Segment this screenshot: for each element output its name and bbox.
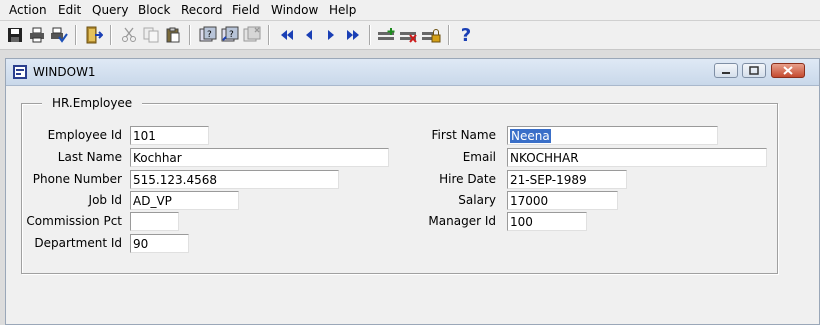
first-name-selected-text: Neena — [510, 129, 551, 143]
toolbar-separator — [189, 25, 191, 45]
cancel-query-icon — [243, 26, 261, 42]
menu-bar: Action Edit Query Block Record Field Win… — [0, 0, 820, 21]
toolbar-separator — [369, 25, 371, 45]
maximize-button[interactable] — [742, 63, 766, 78]
close-icon — [783, 66, 793, 75]
window-title: WINDOW1 — [33, 65, 96, 79]
minimize-icon — [722, 72, 730, 74]
delete-record-icon — [400, 32, 417, 43]
salary-label: Salary — [458, 193, 496, 207]
employee-id-field[interactable]: 101 — [130, 126, 209, 145]
toolbar-separator — [110, 25, 112, 45]
salary-field[interactable]: 17000 — [507, 191, 618, 210]
form-window-icon — [13, 65, 27, 79]
help-button[interactable]: ? — [456, 24, 476, 46]
last-record-button[interactable] — [343, 25, 363, 45]
paste-button[interactable] — [163, 25, 183, 45]
manager-id-label: Manager Id — [428, 214, 496, 228]
toolbar: ? ? ? — [0, 21, 820, 50]
exit-button[interactable] — [84, 25, 104, 45]
lock-record-button[interactable] — [421, 25, 441, 45]
hire-date-field[interactable]: 21-SEP-1989 — [507, 170, 627, 189]
close-button[interactable] — [771, 63, 805, 78]
window-titlebar[interactable]: WINDOW1 — [6, 59, 819, 86]
print-icon — [30, 27, 44, 43]
department-id-label: Department Id — [34, 236, 122, 250]
execute-query-button[interactable]: ? — [220, 25, 240, 45]
job-id-label: Job Id — [88, 193, 122, 207]
last-record-icon — [347, 30, 359, 40]
enter-query-icon: ? — [199, 26, 217, 42]
svg-text:?: ? — [207, 30, 212, 40]
print-setup-button[interactable] — [49, 25, 69, 45]
copy-icon — [143, 27, 159, 43]
cut-icon — [122, 27, 136, 42]
employee-id-label: Employee Id — [47, 128, 122, 142]
hire-date-label: Hire Date — [439, 172, 496, 186]
menu-window[interactable]: Window — [271, 3, 318, 17]
manager-id-field[interactable]: 100 — [507, 212, 587, 231]
menu-record[interactable]: Record — [181, 3, 222, 17]
insert-record-icon — [378, 28, 395, 40]
menu-edit[interactable]: Edit — [58, 3, 81, 17]
first-record-icon — [281, 30, 293, 40]
first-name-field[interactable]: Neena — [507, 126, 718, 145]
first-name-label: First Name — [431, 128, 496, 142]
exit-icon — [86, 26, 103, 44]
lock-record-icon — [422, 29, 441, 43]
commission-pct-field[interactable] — [130, 212, 179, 231]
phone-number-field[interactable]: 515.123.4568 — [130, 170, 339, 189]
block-title: HR.Employee — [42, 96, 143, 110]
last-name-label: Last Name — [57, 150, 122, 164]
menu-field[interactable]: Field — [232, 3, 260, 17]
toolbar-separator — [268, 25, 270, 45]
delete-record-button[interactable] — [399, 25, 419, 45]
save-button[interactable] — [5, 25, 25, 45]
form-window: WINDOW1 HR.Employee Employee Id 101 Last… — [5, 58, 820, 325]
svg-text:?: ? — [229, 30, 234, 40]
menu-help[interactable]: Help — [329, 3, 356, 17]
last-name-field[interactable]: Kochhar — [130, 148, 389, 167]
job-id-field[interactable]: AD_VP — [130, 191, 239, 210]
commission-pct-label: Commission Pct — [26, 214, 122, 228]
menu-block[interactable]: Block — [138, 3, 170, 17]
menu-action[interactable]: Action — [9, 3, 47, 17]
minimize-button[interactable] — [714, 63, 738, 78]
previous-record-icon — [306, 30, 312, 40]
next-record-button[interactable] — [321, 25, 341, 45]
maximize-icon — [749, 66, 759, 75]
employee-block-frame: HR.Employee Employee Id 101 Last Name Ko… — [21, 96, 778, 274]
paste-icon — [166, 27, 180, 43]
insert-record-button[interactable] — [377, 25, 397, 45]
phone-number-label: Phone Number — [32, 172, 122, 186]
cut-button[interactable] — [119, 25, 139, 45]
previous-record-button[interactable] — [299, 25, 319, 45]
copy-button[interactable] — [141, 25, 161, 45]
print-button[interactable] — [27, 25, 47, 45]
cancel-query-button[interactable] — [242, 25, 262, 45]
department-id-field[interactable]: 90 — [130, 234, 189, 253]
toolbar-separator — [448, 25, 450, 45]
email-label: Email — [462, 150, 496, 164]
email-field[interactable]: NKOCHHAR — [507, 148, 767, 167]
help-icon: ? — [460, 24, 472, 46]
menu-query[interactable]: Query — [92, 3, 128, 17]
execute-query-icon: ? — [221, 26, 239, 42]
print-setup-icon — [51, 27, 68, 43]
save-icon — [8, 28, 22, 42]
next-record-icon — [328, 30, 334, 40]
first-record-button[interactable] — [277, 25, 297, 45]
toolbar-separator — [75, 25, 77, 45]
enter-query-button[interactable]: ? — [198, 25, 218, 45]
